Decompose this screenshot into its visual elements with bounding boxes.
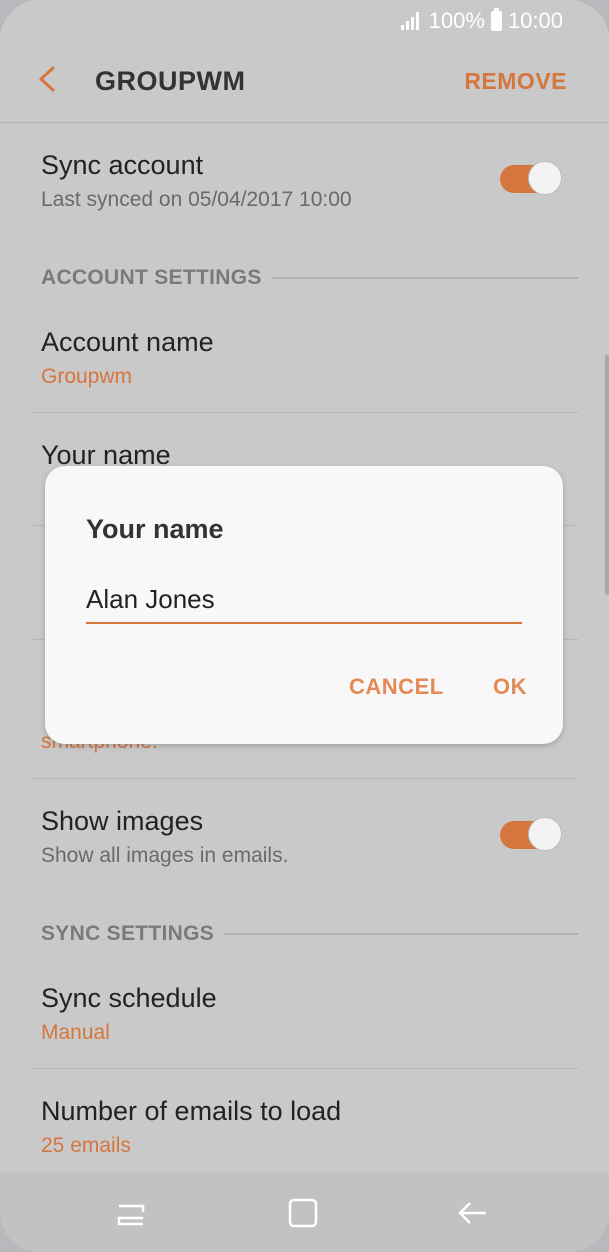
account-name-label: Account name bbox=[41, 327, 214, 357]
sync-schedule-label: Sync schedule bbox=[41, 983, 217, 1013]
sync-settings-header: SYNC SETTINGS bbox=[41, 922, 578, 946]
emails-to-load-value: 25 emails bbox=[41, 1134, 131, 1157]
your-name-dialog: Your name CANCEL OK bbox=[45, 466, 563, 744]
divider bbox=[31, 1068, 578, 1069]
remove-button[interactable]: REMOVE bbox=[464, 68, 567, 95]
phone-frame: 100% 10:00 GROUPWM REMOVE Sync account L… bbox=[0, 0, 609, 1252]
recent-apps-icon[interactable] bbox=[115, 1196, 149, 1230]
divider bbox=[31, 778, 578, 779]
ok-button[interactable]: OK bbox=[493, 674, 527, 700]
sync-account-toggle[interactable] bbox=[500, 161, 564, 197]
sync-schedule-row[interactable]: Sync schedule Manual bbox=[41, 983, 578, 1045]
show-images-label: Show images bbox=[41, 806, 204, 836]
dialog-title: Your name bbox=[86, 514, 224, 544]
your-name-input[interactable] bbox=[86, 576, 522, 624]
status-right: 100% 10:00 bbox=[400, 8, 563, 34]
show-images-toggle[interactable] bbox=[500, 817, 564, 853]
status-time: 10:00 bbox=[507, 8, 563, 33]
account-settings-label: ACCOUNT SETTINGS bbox=[41, 266, 262, 289]
battery-percent: 100% bbox=[428, 8, 485, 33]
back-arrow-icon[interactable] bbox=[38, 66, 56, 92]
emails-to-load-label: Number of emails to load bbox=[41, 1096, 342, 1126]
last-synced-text: Last synced on 05/04/2017 10:00 bbox=[41, 188, 352, 211]
divider bbox=[31, 412, 578, 413]
back-icon[interactable] bbox=[456, 1196, 490, 1230]
account-name-row[interactable]: Account name Groupwm bbox=[41, 327, 578, 389]
cancel-button[interactable]: CANCEL bbox=[349, 674, 444, 700]
page-title: GROUPWM bbox=[95, 66, 246, 96]
show-images-row[interactable]: Show images Show all images in emails. bbox=[41, 806, 578, 868]
signal-icon bbox=[400, 12, 423, 30]
navigation-bar bbox=[0, 1172, 609, 1252]
sync-schedule-value: Manual bbox=[41, 1021, 110, 1044]
status-bar: 100% 10:00 bbox=[0, 0, 609, 40]
scrollbar[interactable] bbox=[605, 355, 609, 595]
account-settings-header: ACCOUNT SETTINGS bbox=[41, 266, 578, 290]
battery-icon bbox=[490, 8, 502, 31]
home-icon[interactable] bbox=[286, 1196, 320, 1230]
show-images-description: Show all images in emails. bbox=[41, 844, 289, 867]
account-name-value: Groupwm bbox=[41, 365, 133, 388]
sync-settings-label: SYNC SETTINGS bbox=[41, 922, 215, 945]
app-bar: GROUPWM REMOVE bbox=[0, 40, 609, 123]
settings-screen: 100% 10:00 GROUPWM REMOVE Sync account L… bbox=[0, 0, 609, 1252]
sync-account-row[interactable]: Sync account Last synced on 05/04/2017 1… bbox=[41, 150, 578, 212]
emails-to-load-row[interactable]: Number of emails to load 25 emails bbox=[41, 1096, 578, 1158]
sync-account-label: Sync account bbox=[41, 150, 204, 180]
